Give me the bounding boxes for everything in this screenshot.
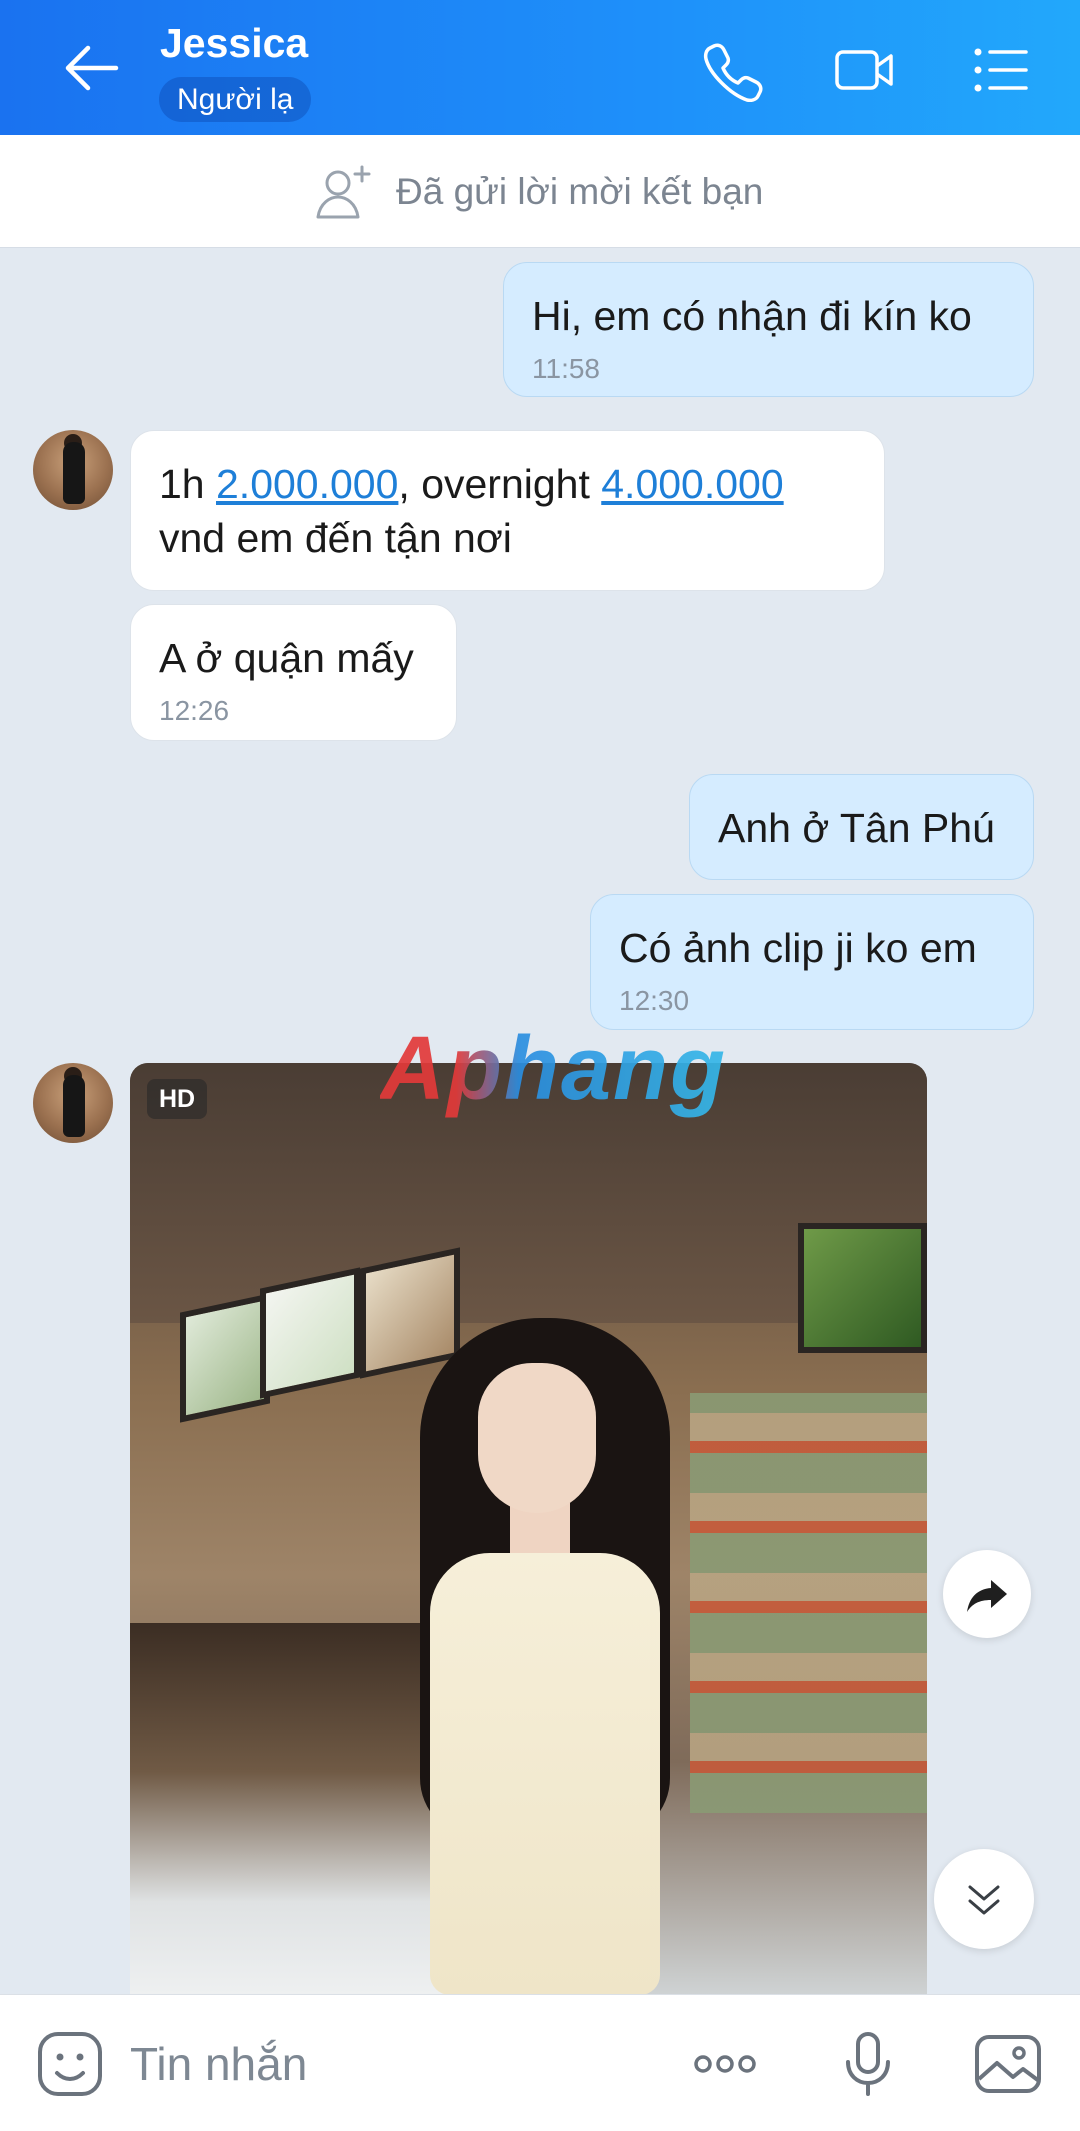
phone-icon: [703, 43, 763, 103]
message-time: 12:26: [159, 695, 230, 726]
avatar[interactable]: [33, 430, 113, 510]
message-text: Có ảnh clip ji ko em: [619, 925, 977, 971]
message-text: 1h 2.000.000, overnight 4.000.000 vnd em …: [159, 461, 784, 561]
arrow-left-icon: [65, 45, 119, 91]
contact-name[interactable]: Jessica: [160, 20, 308, 67]
avatar[interactable]: [33, 1063, 113, 1143]
share-forward-icon: [967, 1580, 1007, 1612]
scroll-down-button[interactable]: [934, 1849, 1034, 1949]
message-text: A ở quận mấy: [159, 635, 414, 681]
video-camera-icon: [835, 50, 893, 90]
voice-button[interactable]: [833, 2029, 903, 2099]
message-bubble-received[interactable]: 1h 2.000.000, overnight 4.000.000 vnd em …: [130, 430, 885, 591]
double-chevron-down-icon: [968, 1885, 1000, 1915]
message-composer: [0, 1994, 1080, 2131]
message-time: 11:58: [532, 353, 600, 384]
emoji-button[interactable]: [35, 2029, 105, 2099]
friend-request-bar: Đã gửi lời mời kết bạn: [0, 135, 1080, 248]
message-bubble-sent[interactable]: Hi, em có nhận đi kín ko 11:58: [503, 262, 1034, 397]
friend-request-text: Đã gửi lời mời kết bạn: [396, 171, 764, 212]
price-link[interactable]: 4.000.000: [601, 461, 783, 507]
share-button[interactable]: [943, 1550, 1031, 1638]
microphone-icon: [846, 2032, 890, 2096]
stranger-badge: Người lạ: [159, 77, 312, 122]
message-text: Anh ở Tân Phú: [718, 805, 995, 851]
more-button[interactable]: [690, 2029, 760, 2099]
sticker-emoji-icon: [38, 2032, 102, 2096]
video-call-button[interactable]: [833, 38, 897, 102]
menu-button[interactable]: [968, 38, 1032, 102]
message-time: 12:30: [619, 985, 690, 1016]
list-menu-icon: [974, 48, 1028, 92]
chat-header: Jessica Người lạ: [0, 0, 1080, 135]
photo-message[interactable]: HD: [130, 1063, 927, 1995]
message-bubble-sent[interactable]: Anh ở Tân Phú: [689, 774, 1034, 880]
add-friend-icon: [316, 165, 371, 219]
more-dots-icon: [694, 2055, 756, 2073]
message-bubble-sent[interactable]: Có ảnh clip ji ko em 12:30: [590, 894, 1034, 1030]
image-icon: [975, 2035, 1041, 2093]
message-text: Hi, em có nhận đi kín ko: [532, 293, 972, 339]
back-button[interactable]: [62, 40, 122, 96]
price-link[interactable]: 2.000.000: [216, 461, 398, 507]
message-bubble-received[interactable]: A ở quận mấy 12:26: [130, 604, 457, 741]
image-button[interactable]: [973, 2029, 1043, 2099]
message-input[interactable]: [130, 2033, 650, 2095]
call-button[interactable]: [700, 38, 764, 103]
watermark: Aphang: [380, 1019, 727, 1119]
hd-badge: HD: [147, 1079, 207, 1119]
